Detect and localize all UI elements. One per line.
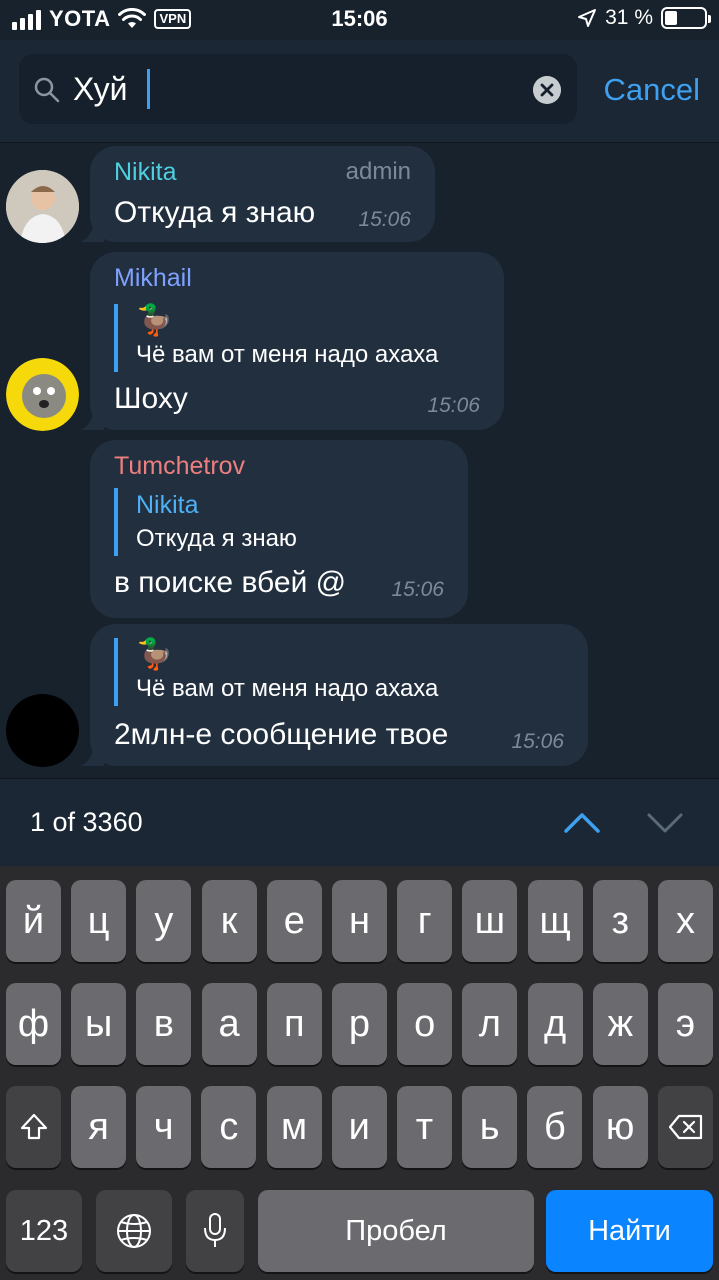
dictation-key[interactable]	[186, 1190, 244, 1272]
key-ж[interactable]: ж	[592, 983, 648, 1065]
key-б[interactable]: б	[527, 1086, 583, 1168]
text-cursor	[147, 69, 150, 109]
key-х[interactable]: х	[658, 880, 713, 962]
key-р[interactable]: р	[332, 983, 387, 1065]
reply-preview[interactable]: 🦆 Чё вам от меня надо ахаха	[114, 304, 438, 372]
key-к[interactable]: к	[201, 880, 257, 962]
reply-preview[interactable]: 🦆 Чё вам от меня надо ахаха	[114, 638, 438, 706]
search-action-key[interactable]: Найти	[546, 1190, 713, 1272]
numbers-key[interactable]: 123	[6, 1190, 82, 1272]
key-з[interactable]: з	[592, 880, 648, 962]
key-и[interactable]: и	[331, 1086, 387, 1168]
backspace-icon	[668, 1114, 702, 1140]
location-arrow-icon	[578, 9, 597, 27]
key-а[interactable]: а	[201, 983, 257, 1065]
message-bubble[interactable]: 🦆 Чё вам от меня надо ахаха 2млн-е сообщ…	[80, 624, 588, 766]
reply-sender: Nikita	[136, 491, 199, 519]
shift-key[interactable]	[6, 1086, 61, 1168]
key-ы[interactable]: ы	[71, 983, 127, 1065]
admin-badge: admin	[345, 158, 411, 185]
reply-preview[interactable]: Nikita Откуда я знаю	[114, 488, 297, 556]
message-time: 15:06	[511, 730, 564, 753]
message-sender[interactable]: Mikhail	[114, 264, 192, 293]
search-input[interactable]	[73, 68, 513, 110]
reply-text: Чё вам от меня надо ахаха	[136, 675, 439, 702]
battery-icon	[661, 7, 711, 29]
search-box[interactable]	[19, 54, 577, 124]
key-е[interactable]: е	[266, 880, 322, 962]
results-counter: 1 of 3360	[30, 807, 143, 837]
key-щ[interactable]: щ	[527, 880, 583, 962]
key-ю[interactable]: ю	[592, 1086, 648, 1168]
key-й[interactable]: й	[6, 880, 61, 962]
message-bubble[interactable]: Nikita admin Откуда я знаю 15:06	[80, 146, 435, 242]
avatar-user[interactable]	[6, 694, 79, 767]
key-г[interactable]: г	[397, 880, 453, 962]
search-header: Cancel	[0, 40, 719, 143]
key-с[interactable]: с	[201, 1086, 257, 1168]
key-э[interactable]: э	[658, 983, 713, 1065]
avatar-nikita[interactable]	[6, 170, 79, 243]
key-ц[interactable]: ц	[71, 880, 127, 962]
bubble-tail	[80, 744, 104, 766]
duck-icon: 🦆	[136, 638, 174, 671]
duck-icon: 🦆	[136, 304, 174, 337]
key-ф[interactable]: ф	[6, 983, 61, 1065]
key-я[interactable]: я	[71, 1086, 126, 1168]
message-time: 15:06	[427, 394, 480, 417]
message-sender[interactable]: Tumchetrov	[114, 452, 245, 481]
reply-text: Откуда я знаю	[136, 525, 297, 552]
key-п[interactable]: п	[266, 983, 322, 1065]
key-д[interactable]: д	[527, 983, 583, 1065]
message-list[interactable]: Nikita admin Откуда я знаю 15:06 Mikhail…	[0, 144, 719, 778]
message-time: 15:06	[391, 578, 444, 601]
message-sender[interactable]: Nikita	[114, 158, 177, 187]
search-icon	[34, 77, 60, 103]
microphone-icon	[204, 1213, 226, 1247]
message-bubble[interactable]: Mikhail 🦆 Чё вам от меня надо ахаха Шоху…	[80, 252, 504, 430]
backspace-key[interactable]	[658, 1086, 713, 1168]
key-ч[interactable]: ч	[136, 1086, 192, 1168]
chevron-down-icon[interactable]	[645, 803, 685, 843]
search-results-bar: 1 of 3360	[0, 778, 719, 866]
reply-text: Чё вам от меня надо ахаха	[136, 341, 439, 368]
key-ь[interactable]: ь	[462, 1086, 518, 1168]
key-в[interactable]: в	[136, 983, 192, 1065]
chevron-up-icon[interactable]	[562, 803, 602, 843]
message-time: 15:06	[358, 208, 411, 231]
space-key[interactable]: Пробел	[258, 1190, 534, 1272]
key-о[interactable]: о	[397, 983, 453, 1065]
globe-icon	[117, 1214, 151, 1248]
bubble-tail	[80, 408, 104, 430]
message-text: 2млн-е сообщение твое	[114, 718, 449, 751]
message-text: Откуда я знаю	[114, 196, 316, 229]
clear-icon[interactable]	[533, 76, 561, 104]
keyboard: йцукенгшщзх фывапролджэ ячсмитьбю 123 Пр…	[0, 866, 719, 1280]
key-л[interactable]: л	[462, 983, 518, 1065]
shift-icon	[20, 1113, 47, 1140]
battery-percent: 31 %	[605, 6, 653, 29]
key-м[interactable]: м	[266, 1086, 322, 1168]
bubble-tail	[80, 220, 104, 242]
key-у[interactable]: у	[136, 880, 192, 962]
message-text: в поиске вбей @	[114, 566, 347, 599]
key-ш[interactable]: ш	[462, 880, 518, 962]
key-т[interactable]: т	[397, 1086, 452, 1168]
status-bar: YOTA VPN 15:06 31 %	[0, 0, 719, 40]
message-text: Шоху	[114, 382, 188, 415]
key-н[interactable]: н	[332, 880, 387, 962]
cancel-button[interactable]: Cancel	[604, 72, 701, 108]
message-bubble[interactable]: Tumchetrov Nikita Откуда я знаю в поиске…	[90, 440, 468, 618]
globe-key[interactable]	[96, 1190, 172, 1272]
avatar-mikhail[interactable]	[6, 358, 79, 431]
